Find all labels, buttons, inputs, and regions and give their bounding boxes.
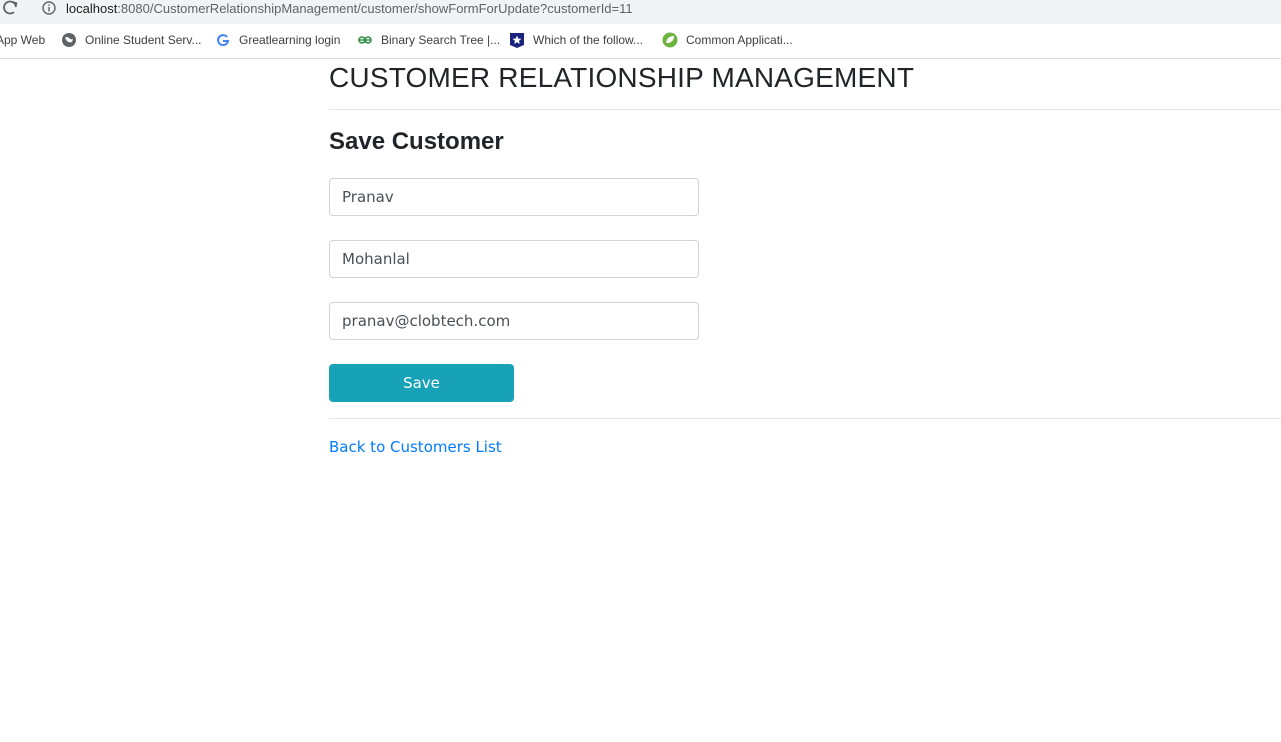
google-icon (215, 32, 231, 48)
bookmark-label: Common Applicati... (686, 33, 793, 47)
form-heading: Save Customer (329, 128, 504, 155)
url-text[interactable]: localhost:8080/CustomerRelationshipManag… (66, 0, 633, 17)
page-title: CUSTOMER RELATIONSHIP MANAGEMENT (329, 62, 915, 93)
bookmark-greatlearning[interactable]: Greatlearning login (215, 30, 340, 50)
bookmark-which-of-the-following[interactable]: Which of the follow... (509, 30, 643, 50)
leaf-icon (662, 32, 678, 48)
reload-icon[interactable] (0, 0, 18, 16)
globe-icon (61, 32, 77, 48)
star-badge-icon (509, 32, 525, 48)
bookmark-label: App Web (0, 33, 46, 47)
first-name-field[interactable] (329, 178, 699, 216)
bookmark-label: Greatlearning login (239, 33, 341, 47)
bookmark-online-student-services[interactable]: Online Student Serv... (61, 30, 202, 50)
address-bar: localhost:8080/CustomerRelationshipManag… (0, 0, 1281, 24)
url-path: :8080/CustomerRelationshipManagement/cus… (117, 1, 633, 16)
url-host: localhost (66, 1, 118, 16)
back-to-customers-link[interactable]: Back to Customers List (329, 437, 502, 457)
email-field[interactable] (329, 302, 699, 340)
bookmark-label: Which of the follow... (533, 33, 644, 47)
info-icon[interactable] (42, 1, 56, 15)
bookmark-app-web[interactable]: App Web (0, 30, 45, 50)
save-button[interactable]: Save (329, 364, 514, 402)
gfg-icon (357, 32, 373, 48)
divider (329, 109, 1281, 110)
last-name-field[interactable] (329, 240, 699, 278)
bookmark-binary-search-tree[interactable]: Binary Search Tree |... (357, 30, 500, 50)
divider (329, 418, 1281, 419)
bookmark-label: Binary Search Tree |... (381, 33, 501, 47)
bookmark-common-application[interactable]: Common Applicati... (662, 30, 793, 50)
bookmark-label: Online Student Serv... (85, 33, 202, 47)
